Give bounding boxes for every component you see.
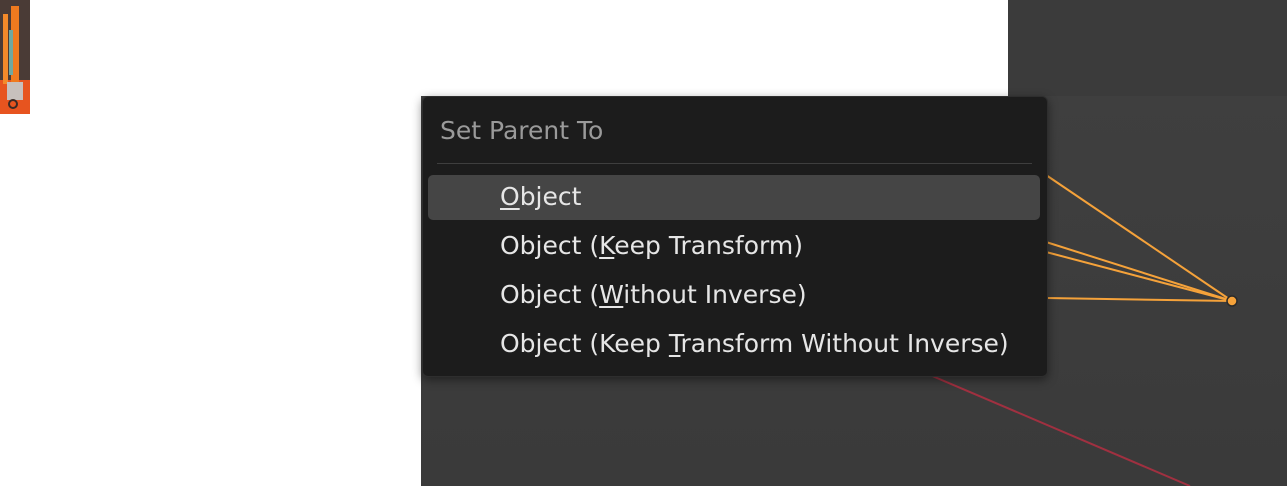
menu-title: Set Parent To (440, 116, 604, 145)
menu-item-object-keep-transform-without-inverse[interactable]: Object (Keep Transform Without Inverse) (428, 322, 1040, 367)
parent-relationship-line (1045, 241, 1233, 302)
menu-item-object-keep-transform[interactable]: Object (Keep Transform) (428, 224, 1040, 269)
thumbnail-detail (9, 30, 13, 75)
set-parent-menu: Set Parent To Object Object (Keep Transf… (422, 96, 1048, 377)
parent-relationship-line (1045, 174, 1233, 302)
object-origin-dot[interactable] (1226, 295, 1238, 307)
hotkey-underline: W (599, 280, 624, 309)
hotkey-underline: K (599, 231, 615, 260)
parent-relationship-line (1045, 251, 1233, 302)
menu-item-label: Object (Without Inverse) (500, 280, 807, 309)
menu-item-object[interactable]: Object (428, 175, 1040, 220)
thumbnail-pillar (3, 14, 8, 84)
menu-separator (437, 163, 1032, 164)
thumbnail-block (7, 82, 23, 100)
parent-relationship-line (1045, 297, 1233, 302)
menu-item-object-without-inverse[interactable]: Object (Without Inverse) (428, 273, 1040, 318)
asset-thumbnail[interactable] (0, 0, 30, 114)
menu-item-label: Object (Keep Transform) (500, 231, 803, 260)
menu-item-label: Object (500, 182, 582, 211)
x-axis-line (929, 374, 1191, 486)
hotkey-underline: O (500, 182, 520, 211)
thumbnail-ring-icon (8, 99, 18, 109)
menu-item-label: Object (Keep Transform Without Inverse) (500, 329, 1009, 358)
hotkey-underline: T (668, 329, 681, 358)
